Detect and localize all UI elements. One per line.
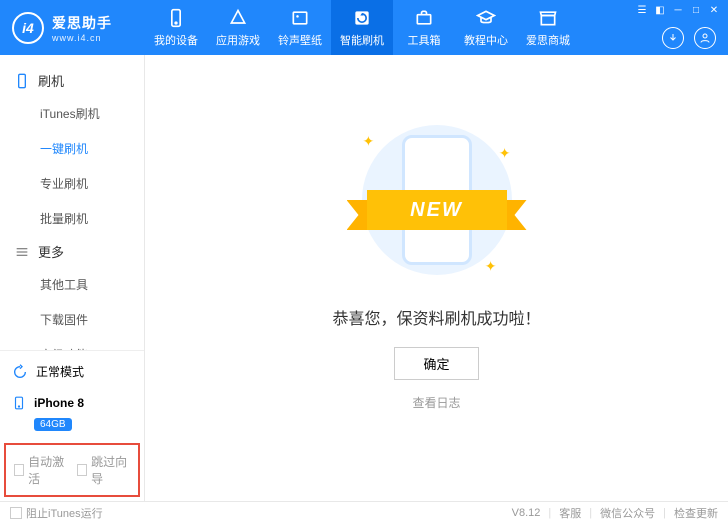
nav-toolbox[interactable]: 工具箱 [393, 0, 455, 55]
nav-tutorials[interactable]: 教程中心 [455, 0, 517, 55]
image-icon [290, 8, 310, 28]
success-message: 恭喜您，保资料刷机成功啦！ [332, 305, 540, 329]
wechat-link[interactable]: 微信公众号 [600, 505, 655, 521]
flash-icon [352, 8, 372, 28]
sidebar-item-pro-flash[interactable]: 专业刷机 [0, 166, 144, 201]
window-controls: ☰ ◧ ─ □ ✕ [636, 4, 720, 16]
block-itunes-checkbox[interactable]: 阻止iTunes运行 [10, 505, 103, 521]
sidebar: 刷机 iTunes刷机 一键刷机 专业刷机 批量刷机 更多 其他工具 下载固件 … [0, 55, 145, 501]
download-button[interactable] [662, 27, 684, 49]
sidebar-item-itunes-flash[interactable]: iTunes刷机 [0, 96, 144, 131]
group-title: 刷机 [38, 71, 64, 90]
device-phone-icon [12, 394, 26, 412]
ribbon-text: NEW [367, 190, 507, 230]
sidebar-item-oneclick-flash[interactable]: 一键刷机 [0, 131, 144, 166]
maximize-icon[interactable]: □ [690, 4, 702, 16]
sidebar-item-batch-flash[interactable]: 批量刷机 [0, 201, 144, 236]
skip-guide-checkbox[interactable]: 跳过向导 [77, 453, 130, 487]
nav-my-device[interactable]: 我的设备 [145, 0, 207, 55]
brand-subtitle: www.i4.cn [52, 33, 112, 43]
update-link[interactable]: 检查更新 [674, 505, 718, 521]
list-icon [14, 244, 30, 260]
nav-label: 工具箱 [408, 32, 441, 48]
support-link[interactable]: 客服 [559, 505, 581, 521]
logo-area: i4 爱思助手 www.i4.cn [0, 0, 145, 55]
nav-label: 智能刷机 [340, 32, 384, 48]
download-icon [667, 32, 679, 44]
apps-icon [228, 8, 248, 28]
phone-icon [14, 73, 30, 89]
options-row: 自动激活 跳过向导 [4, 443, 140, 497]
storage-badge: 64GB [34, 418, 72, 431]
nav-label: 爱思商城 [526, 32, 570, 48]
device-name: iPhone 8 [34, 396, 84, 410]
nav-label: 我的设备 [154, 32, 198, 48]
graduation-icon [476, 8, 496, 28]
store-icon [538, 8, 558, 28]
sidebar-item-advanced[interactable]: 高级功能 [0, 337, 144, 350]
nav-label: 铃声壁纸 [278, 32, 322, 48]
group-title: 更多 [38, 242, 64, 261]
checkbox-label: 跳过向导 [91, 453, 130, 487]
checkbox-icon [10, 507, 22, 519]
checkbox-icon [77, 464, 87, 476]
app-header: i4 爱思助手 www.i4.cn 我的设备 应用游戏 铃声壁纸 智能刷机 工具… [0, 0, 728, 55]
checkbox-label: 阻止iTunes运行 [26, 505, 103, 521]
menu-icon[interactable]: ☰ [636, 4, 648, 16]
close-icon[interactable]: ✕ [708, 4, 720, 16]
skin-icon[interactable]: ◧ [654, 4, 666, 16]
main-content: ✦ ✦ ✦ ☺ NEW 恭喜您，保资料刷机成功啦！ 确定 查看日志 [145, 55, 728, 501]
refresh-icon[interactable] [12, 364, 28, 380]
phone-icon [166, 8, 186, 28]
sidebar-item-download-firmware[interactable]: 下载固件 [0, 302, 144, 337]
sidebar-group-more: 更多 [0, 236, 144, 267]
nav-flash[interactable]: 智能刷机 [331, 0, 393, 55]
logo-icon: i4 [12, 12, 44, 44]
top-nav: 我的设备 应用游戏 铃声壁纸 智能刷机 工具箱 教程中心 爱思商城 [145, 0, 579, 55]
minimize-icon[interactable]: ─ [672, 4, 684, 16]
ok-button[interactable]: 确定 [394, 347, 478, 380]
user-button[interactable] [694, 27, 716, 49]
nav-apps[interactable]: 应用游戏 [207, 0, 269, 55]
footer: 阻止iTunes运行 V8.12 | 客服 | 微信公众号 | 检查更新 [0, 501, 728, 524]
checkbox-icon [14, 464, 24, 476]
device-mode: 正常模式 [36, 363, 84, 380]
checkbox-label: 自动激活 [28, 453, 67, 487]
sidebar-item-other-tools[interactable]: 其他工具 [0, 267, 144, 302]
toolbox-icon [414, 8, 434, 28]
success-illustration: ✦ ✦ ✦ ☺ NEW [337, 115, 537, 285]
device-panel: 正常模式 iPhone 8 64GB [0, 350, 144, 439]
view-log-link[interactable]: 查看日志 [412, 394, 460, 411]
header-actions [662, 27, 716, 49]
nav-label: 教程中心 [464, 32, 508, 48]
nav-label: 应用游戏 [216, 32, 260, 48]
auto-activate-checkbox[interactable]: 自动激活 [14, 453, 67, 487]
user-icon [699, 32, 711, 44]
nav-ringtones[interactable]: 铃声壁纸 [269, 0, 331, 55]
sidebar-group-flash: 刷机 [0, 65, 144, 96]
nav-store[interactable]: 爱思商城 [517, 0, 579, 55]
version-text: V8.12 [512, 507, 541, 519]
brand-title: 爱思助手 [52, 13, 112, 33]
